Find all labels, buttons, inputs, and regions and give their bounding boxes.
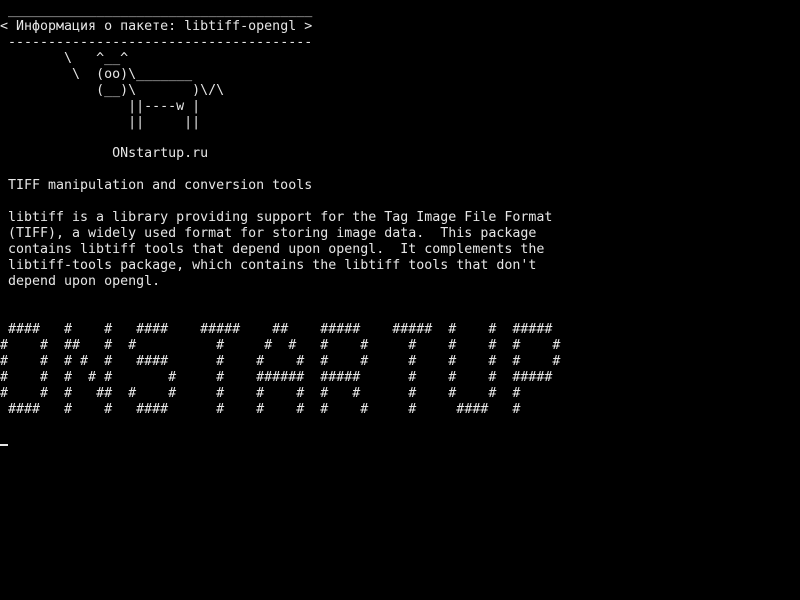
- package-description: libtiff is a library providing support f…: [8, 210, 553, 289]
- cowsay-speech-bubble-and-cow: ______________________________________ <…: [0, 3, 313, 130]
- text-cursor[interactable]: [0, 444, 8, 446]
- ascii-banner: #### # # #### ##### ## ##### ##### # # #…: [0, 322, 561, 417]
- site-label: ONstartup.ru: [0, 146, 209, 161]
- terminal-console: ______________________________________ <…: [0, 0, 800, 600]
- package-summary: TIFF manipulation and conversion tools: [8, 178, 313, 193]
